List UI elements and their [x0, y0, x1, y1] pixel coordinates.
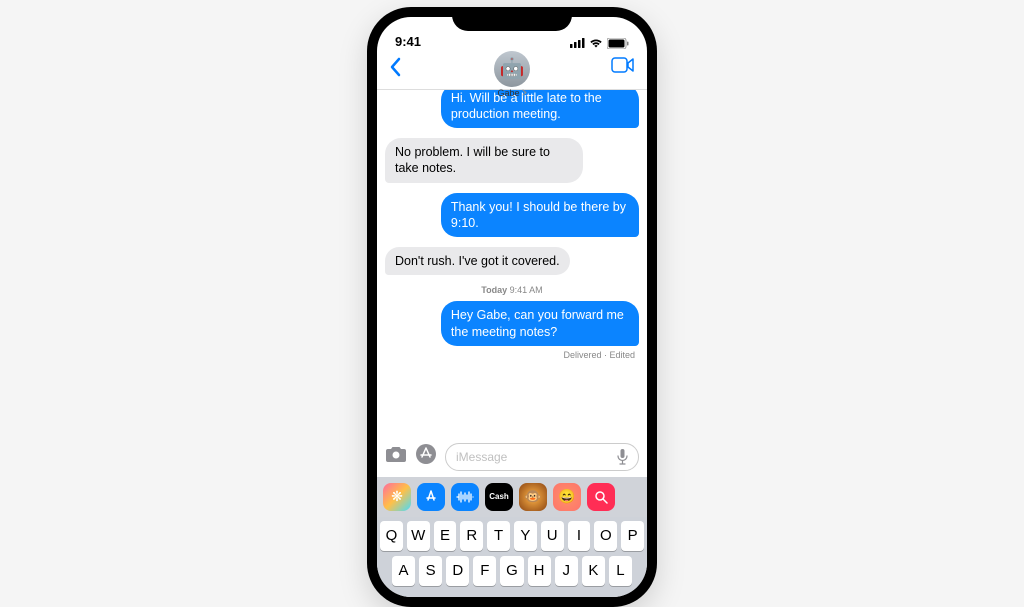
- key-i[interactable]: I: [568, 521, 591, 551]
- message-received[interactable]: No problem. I will be sure to take notes…: [385, 138, 583, 183]
- key-q[interactable]: Q: [380, 521, 403, 551]
- key-t[interactable]: T: [487, 521, 510, 551]
- key-g[interactable]: G: [500, 556, 523, 586]
- key-a[interactable]: A: [392, 556, 415, 586]
- key-e[interactable]: E: [434, 521, 457, 551]
- chevron-left-icon: [389, 57, 401, 77]
- message-sent[interactable]: Thank you! I should be there by 9:10.: [441, 193, 639, 238]
- delivery-status: Delivered · Edited: [563, 350, 639, 360]
- message-thread[interactable]: Hi. Will be a little late to the product…: [377, 90, 647, 437]
- phone-frame: 9:41 🤖 Gabe Hi. Will be: [367, 7, 657, 607]
- app-strip[interactable]: ❋ Cash 🐵 😄: [377, 477, 647, 517]
- message-received[interactable]: Don't rush. I've got it covered.: [385, 247, 570, 275]
- app-search[interactable]: [587, 483, 615, 511]
- message-sent[interactable]: Hey Gabe, can you forward me the meeting…: [441, 301, 639, 346]
- key-k[interactable]: K: [582, 556, 605, 586]
- keyboard[interactable]: QWERTYUIOP ASDFGHJKL: [377, 517, 647, 597]
- key-f[interactable]: F: [473, 556, 496, 586]
- app-store-button[interactable]: [415, 443, 437, 471]
- app-store[interactable]: [417, 483, 445, 511]
- wifi-icon: [589, 38, 603, 48]
- avatar: 🤖: [494, 51, 530, 87]
- key-o[interactable]: O: [594, 521, 617, 551]
- key-w[interactable]: W: [407, 521, 430, 551]
- battery-icon: [607, 38, 629, 49]
- key-h[interactable]: H: [528, 556, 551, 586]
- signal-icon: [570, 38, 585, 48]
- video-icon: [611, 57, 635, 73]
- mic-icon[interactable]: [617, 449, 628, 465]
- key-d[interactable]: D: [446, 556, 469, 586]
- notch: [452, 7, 572, 31]
- key-p[interactable]: P: [621, 521, 644, 551]
- chevron-right-icon: [522, 89, 527, 96]
- contact-name: Gabe: [497, 88, 526, 98]
- screen: 9:41 🤖 Gabe Hi. Will be: [377, 17, 647, 597]
- key-r[interactable]: R: [460, 521, 483, 551]
- key-l[interactable]: L: [609, 556, 632, 586]
- timestamp-divider: Today 9:41 AM: [481, 285, 542, 295]
- app-stickers[interactable]: 😄: [553, 483, 581, 511]
- key-u[interactable]: U: [541, 521, 564, 551]
- key-y[interactable]: Y: [514, 521, 537, 551]
- key-j[interactable]: J: [555, 556, 578, 586]
- app-photos[interactable]: ❋: [383, 483, 411, 511]
- status-time: 9:41: [395, 34, 421, 49]
- message-sent[interactable]: Hi. Will be a little late to the product…: [441, 90, 639, 129]
- key-s[interactable]: S: [419, 556, 442, 586]
- back-button[interactable]: [389, 55, 401, 83]
- status-icons: [570, 38, 629, 49]
- keyboard-row-1: QWERTYUIOP: [380, 521, 644, 551]
- app-cash[interactable]: Cash: [485, 483, 513, 511]
- app-audio[interactable]: [451, 483, 479, 511]
- app-store-icon: [415, 443, 437, 465]
- message-input[interactable]: iMessage: [445, 443, 639, 471]
- keyboard-row-2: ASDFGHJKL: [380, 556, 644, 586]
- facetime-button[interactable]: [611, 55, 635, 78]
- camera-icon: [385, 445, 407, 463]
- contact-info[interactable]: 🤖 Gabe: [494, 51, 530, 98]
- app-memoji[interactable]: 🐵: [519, 483, 547, 511]
- input-bar: iMessage: [377, 437, 647, 477]
- camera-button[interactable]: [385, 445, 407, 469]
- conversation-header: 🤖 Gabe: [377, 51, 647, 90]
- input-placeholder: iMessage: [456, 450, 507, 464]
